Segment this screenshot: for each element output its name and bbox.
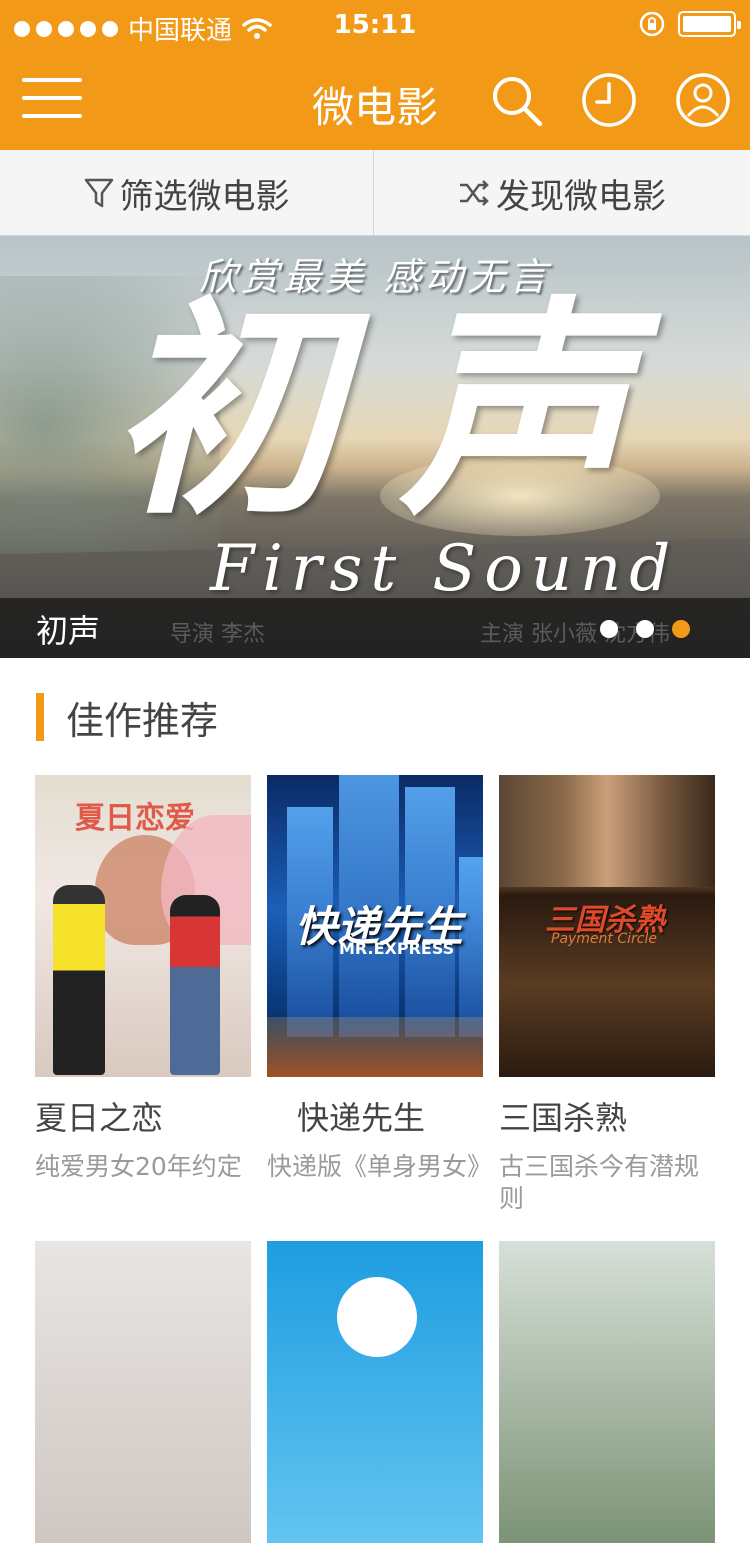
carousel-pager xyxy=(600,620,690,638)
discover-button[interactable]: 发现微电影 xyxy=(375,150,749,236)
rotation-lock-icon xyxy=(639,11,665,37)
filter-icon xyxy=(84,178,113,208)
movie-name: 三国杀熟 xyxy=(499,1099,628,1137)
movie-desc: 古三国杀今有潜规则 xyxy=(499,1152,700,1213)
banner-big-title: 初声 xyxy=(110,276,690,546)
movie-name: 快递先生 xyxy=(297,1099,426,1137)
section-header: 佳作推荐 xyxy=(36,692,219,743)
discover-label: 发现微电影 xyxy=(496,176,666,217)
movie-poster[interactable]: 夏日恋爱 xyxy=(35,775,251,1077)
banner-credit-director: 导演 李杰 xyxy=(170,622,265,647)
movie-name: 夏日之恋 xyxy=(35,1099,164,1137)
filter-button[interactable]: 筛选微电影 xyxy=(0,150,374,236)
movie-poster[interactable] xyxy=(35,1241,251,1543)
movie-desc: 快递版《单身男女》 xyxy=(267,1152,493,1181)
movie-card[interactable] xyxy=(267,1241,483,1543)
movie-card[interactable]: 夏日恋爱 夏日之恋 纯爱男女20年约定 xyxy=(35,775,251,1183)
banner-carousel[interactable]: 欣赏最美 感动无言 初声 First Sound 初声 导演 李杰 主演 张小薇… xyxy=(0,236,750,658)
status-right xyxy=(638,10,741,38)
movie-poster[interactable] xyxy=(499,1241,715,1543)
movie-card[interactable]: 快递先生 MR.EXPRESS 快递先生 快递版《单身男女》 xyxy=(267,775,493,1183)
movie-desc: 纯爱男女20年约定 xyxy=(35,1152,242,1181)
pager-dot[interactable] xyxy=(636,620,654,638)
filter-label: 筛选微电影 xyxy=(119,176,290,217)
pager-dot[interactable] xyxy=(600,620,618,638)
poster-subtitle: MR.EXPRESS xyxy=(339,939,455,958)
battery-icon xyxy=(678,11,741,37)
menu-icon[interactable] xyxy=(22,78,82,122)
movie-card[interactable] xyxy=(35,1241,251,1543)
section-title: 佳作推荐 xyxy=(66,698,219,743)
movie-card[interactable] xyxy=(499,1241,715,1543)
status-bar: 中国联通 15:11 xyxy=(0,0,750,52)
movie-poster[interactable]: 快递先生 MR.EXPRESS xyxy=(267,775,483,1077)
movie-poster[interactable] xyxy=(267,1241,483,1543)
banner-caption-bar: 初声 导演 李杰 主演 张小薇 沈方伟 xyxy=(0,598,750,658)
banner-english-title: First Sound xyxy=(210,532,679,606)
section-accent-bar xyxy=(36,693,44,741)
movie-poster[interactable]: 三国杀熟 Payment Circle xyxy=(499,775,715,1077)
clock-icon[interactable] xyxy=(581,72,637,128)
banner-caption: 初声 xyxy=(36,612,101,650)
poster-subtitle: Payment Circle xyxy=(551,931,657,947)
poster-title: 夏日恋爱 xyxy=(75,801,195,836)
pager-dot-active[interactable] xyxy=(672,620,690,638)
segment-bar: 筛选微电影 发现微电影 xyxy=(0,150,750,236)
page-title: 微电影 xyxy=(311,83,438,132)
nav-bar: 微电影 xyxy=(0,52,750,150)
top-bar: 中国联通 15:11 微电影 xyxy=(0,0,750,150)
search-icon[interactable] xyxy=(488,72,544,128)
user-icon[interactable] xyxy=(675,72,731,128)
shuffle-icon xyxy=(460,180,489,206)
movie-card[interactable]: 三国杀熟 Payment Circle 三国杀熟 古三国杀今有潜规则 xyxy=(499,775,715,1215)
